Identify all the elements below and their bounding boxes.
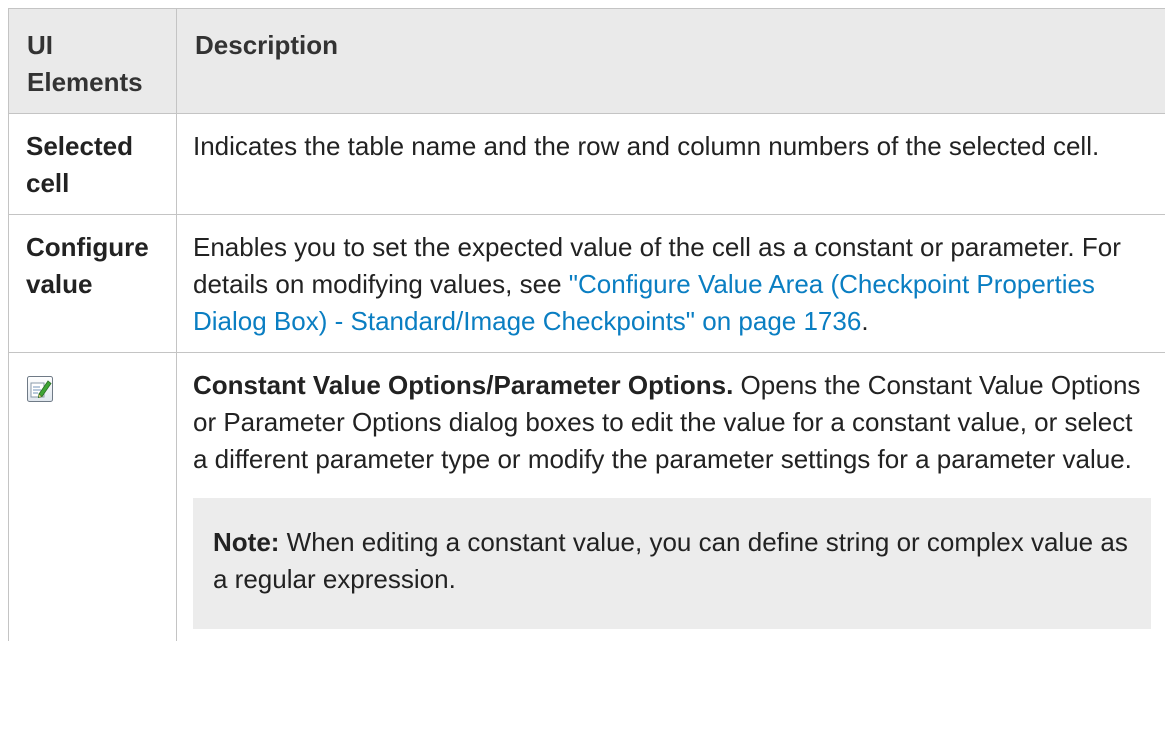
element-icon-cell: [8, 352, 177, 641]
description-selected-cell: Indicates the table name and the row and…: [176, 113, 1165, 215]
options-title: Constant Value Options/Parameter Options…: [193, 370, 734, 400]
table-header-row: UI Elements Description: [8, 8, 1165, 114]
description-options: Constant Value Options/Parameter Options…: [176, 352, 1165, 641]
table-row: Constant Value Options/Parameter Options…: [8, 352, 1165, 641]
note-box: Note: When editing a constant value, you…: [193, 498, 1151, 629]
element-selected-cell: Selected cell: [8, 113, 177, 215]
description-suffix: .: [861, 306, 869, 336]
edit-options-icon[interactable]: [26, 375, 54, 403]
note-label: Note:: [213, 527, 280, 557]
description-configure-value: Enables you to set the expected value of…: [176, 214, 1165, 353]
table-row: Configure value Enables you to set the e…: [8, 214, 1165, 353]
element-configure-value: Configure value: [8, 214, 177, 353]
note-text: When editing a constant value, you can d…: [213, 527, 1128, 594]
header-ui-elements: UI Elements: [8, 8, 177, 114]
header-description: Description: [176, 8, 1165, 114]
table-row: Selected cell Indicates the table name a…: [8, 113, 1165, 215]
ui-elements-table: UI Elements Description Selected cell In…: [8, 8, 1165, 641]
